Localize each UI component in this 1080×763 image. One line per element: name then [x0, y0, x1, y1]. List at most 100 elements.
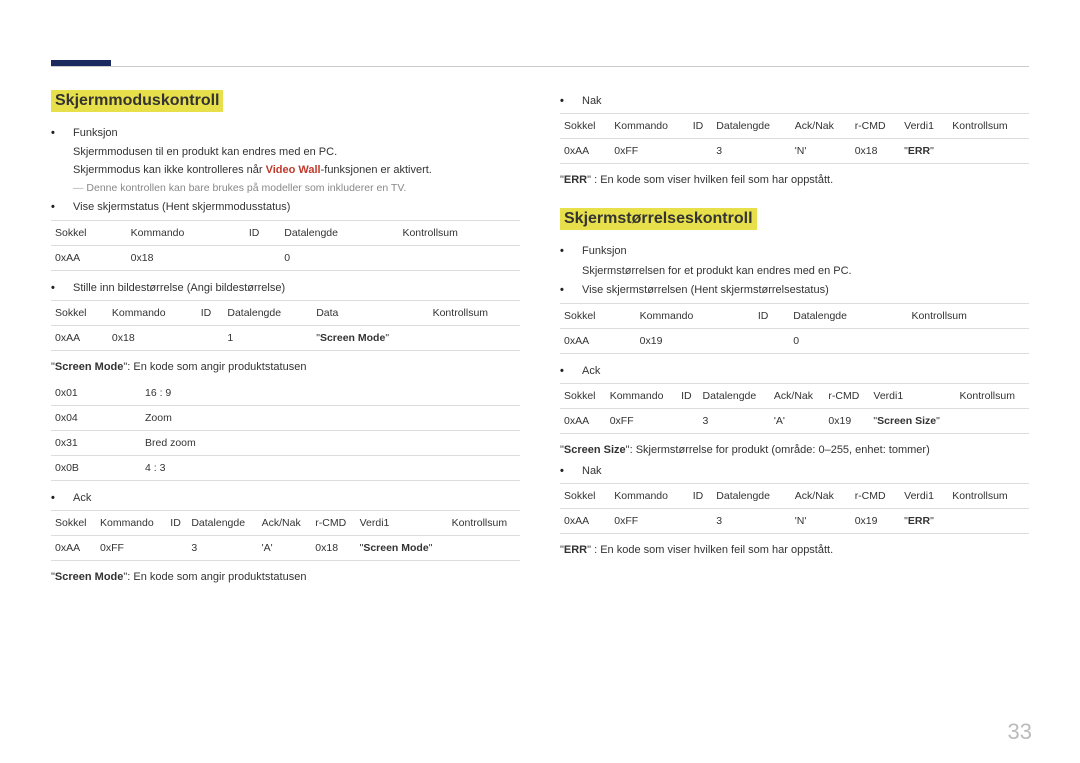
th: Kommando	[127, 220, 245, 245]
th: ID	[689, 484, 713, 509]
td	[948, 509, 1029, 534]
section-title-screenmode: Skjermmoduskontroll	[51, 90, 223, 112]
th: ID	[689, 114, 713, 139]
td: 0xFF	[610, 509, 688, 534]
bullet-ht: •	[51, 281, 73, 296]
err-desc: "ERR" : En kode som viser hvilken feil s…	[560, 174, 1029, 186]
page-body: Skjermmoduskontroll • Funksjon Skjermmod…	[51, 90, 1029, 591]
td: 0xAA	[560, 408, 606, 433]
td: 0	[280, 245, 398, 270]
bold: Screen Mode	[55, 571, 123, 583]
bullet-ht: •	[560, 464, 582, 479]
th: Datalengde	[789, 303, 907, 328]
vise-label: Vise skjermstatus (Hent skjermmodusstatu…	[73, 200, 520, 215]
td: 0xFF	[96, 536, 166, 561]
td: 3	[712, 139, 791, 164]
th: Ack/Nak	[791, 114, 851, 139]
th: r-CMD	[851, 484, 900, 509]
th: Sokkel	[560, 383, 606, 408]
th: Sokkel	[51, 220, 127, 245]
td	[398, 245, 520, 270]
td: 0x19	[636, 328, 754, 353]
right-column: • Nak Sokkel Kommando ID Datalengde Ack/…	[560, 90, 1029, 591]
table-4: Sokkel Kommando ID Datalengde Ack/Nak r-…	[51, 510, 520, 561]
th: Datalengde	[712, 114, 791, 139]
td	[677, 408, 698, 433]
td: "ERR"	[900, 139, 948, 164]
th: Ack/Nak	[258, 511, 312, 536]
th: ID	[677, 383, 698, 408]
th: ID	[197, 300, 224, 325]
td	[956, 408, 1029, 433]
td: 'A'	[258, 536, 312, 561]
th: Kommando	[606, 383, 677, 408]
th: Kommando	[610, 484, 688, 509]
err-desc-2: "ERR" : En kode som viser hvilken feil s…	[560, 544, 1029, 556]
nak-row: • Nak	[560, 94, 1029, 109]
td	[245, 245, 280, 270]
th: Verdi1	[869, 383, 955, 408]
note-line: Denne kontrollen kan bare brukes på mode…	[73, 182, 520, 194]
th: r-CMD	[311, 511, 355, 536]
td: Bred zoom	[141, 430, 520, 455]
th: Datalengde	[712, 484, 791, 509]
td: 4 : 3	[141, 455, 520, 480]
screensize-desc: "Screen Size": Skjermstørrelse for produ…	[560, 444, 1029, 456]
td: 3	[712, 509, 791, 534]
funksjon-text-3: Skjermstørrelsen for et produkt kan endr…	[582, 264, 1029, 279]
th: Verdi1	[900, 484, 948, 509]
td: 0xFF	[610, 139, 688, 164]
td: 3	[187, 536, 257, 561]
th: Ack/Nak	[791, 484, 851, 509]
td: 'A'	[770, 408, 824, 433]
td: "Screen Size"	[869, 408, 955, 433]
th: Kontrollsum	[448, 511, 520, 536]
th: Kontrollsum	[429, 300, 520, 325]
td: 0x18	[851, 139, 900, 164]
td: 0	[789, 328, 907, 353]
q: "	[936, 415, 940, 427]
td: "Screen Mode"	[356, 536, 448, 561]
table-6: Sokkel Kommando ID Datalengde Kontrollsu…	[560, 303, 1029, 354]
vise-row: • Vise skjermstatus (Hent skjermmodussta…	[51, 200, 520, 215]
td	[166, 536, 187, 561]
th: Ack/Nak	[770, 383, 824, 408]
left-column: Skjermmoduskontroll • Funksjon Skjermmod…	[51, 90, 520, 591]
th: Kommando	[610, 114, 688, 139]
th: Sokkel	[560, 114, 610, 139]
th: Kommando	[96, 511, 166, 536]
bold: Screen Mode	[320, 332, 385, 344]
bold: Screen Size	[877, 415, 936, 427]
ack-row-2: • Ack	[560, 364, 1029, 379]
th: Kontrollsum	[398, 220, 520, 245]
td: 0x04	[51, 405, 141, 430]
text: ": En kode som angir produktstatusen	[123, 361, 306, 373]
th: Datalengde	[187, 511, 257, 536]
th: Datalengde	[280, 220, 398, 245]
th: Data	[312, 300, 428, 325]
td	[907, 328, 1029, 353]
text: " : En kode som viser hvilken feil som h…	[587, 174, 833, 186]
td: 'N'	[791, 509, 851, 534]
th: Verdi1	[356, 511, 448, 536]
td: Zoom	[141, 405, 520, 430]
td: 0x19	[851, 509, 900, 534]
td: 3	[699, 408, 770, 433]
th: r-CMD	[851, 114, 900, 139]
bold: Screen Mode	[363, 542, 428, 554]
ack-label-2: Ack	[582, 364, 1029, 379]
funksjon-label: Funksjon	[73, 126, 520, 141]
page-number: 33	[1008, 719, 1032, 745]
th: Datalengde	[223, 300, 312, 325]
td: "Screen Mode"	[312, 325, 428, 350]
td: 0x31	[51, 430, 141, 455]
td: 0x0B	[51, 455, 141, 480]
text: ": Skjermstørrelse for produkt (område: …	[626, 444, 930, 456]
th: Kontrollsum	[948, 114, 1029, 139]
nak-label: Nak	[582, 94, 1029, 109]
q: "	[385, 332, 389, 344]
red-text: Video Wall	[266, 164, 321, 176]
table-5: Sokkel Kommando ID Datalengde Ack/Nak r-…	[560, 113, 1029, 164]
td: 0xAA	[51, 536, 96, 561]
bullet-ht: •	[560, 364, 582, 379]
